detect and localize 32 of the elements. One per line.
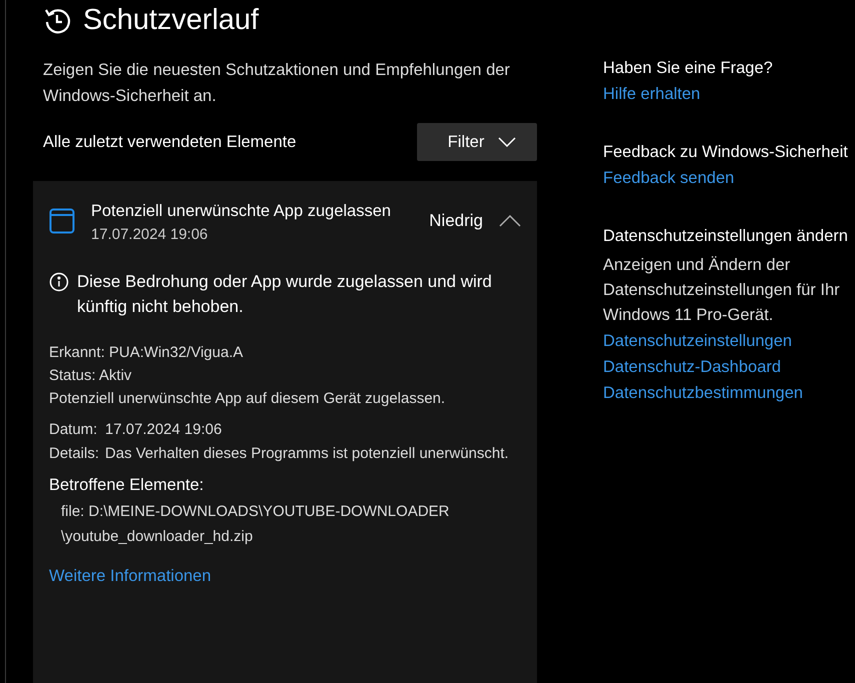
history-icon <box>43 6 71 34</box>
sidebar-link[interactable]: Datenschutzbestimmungen <box>603 384 855 403</box>
field-label: Datum: <box>49 420 98 440</box>
threat-date: 17.07.2024 19:06 <box>91 226 209 243</box>
chevron-down-icon <box>498 137 516 147</box>
list-label: Alle zuletzt verwendeten Elemente <box>43 132 296 152</box>
detail-line: Status: Aktiv <box>49 366 133 386</box>
sidebar-link[interactable]: Datenschutz-Dashboard <box>603 358 855 377</box>
section-text: Anzeigen und Ändern der Datenschutzeinstellungen für Ihr Windows 11 Pro-Gerät. <box>603 255 841 326</box>
field-value: 17.07.2024 19:06 <box>105 420 223 440</box>
notice-text: Diese Bedrohung oder App wurde zugelassen und wird künftig nicht behoben. <box>77 271 493 318</box>
file-path: file: D:\MEINE-DOWNLOADS\YOUTUBE-DOWNLOADER \youtube_downloader_hd.zip <box>61 502 450 547</box>
more-info-link[interactable]: Weitere Informationen <box>49 567 212 586</box>
section-heading: Haben Sie eine Frage? <box>603 58 774 79</box>
window-icon <box>49 208 75 234</box>
section-heading: Datenschutzeinstellungen ändern <box>603 226 849 247</box>
page-title: Schutzverlauf <box>83 4 259 37</box>
field-value: Das Verhalten dieses Programms ist potenziell unerwünscht. <box>105 444 510 464</box>
sidebar-link[interactable]: Datenschutzeinstellungen <box>603 332 855 351</box>
filter-button[interactable]: Filter <box>417 123 537 161</box>
severity-label: Niedrig <box>429 211 483 231</box>
chevron-up-icon[interactable] <box>499 215 521 227</box>
sidebar-link[interactable]: Hilfe erhalten <box>603 85 855 104</box>
field-label: Details: <box>49 444 100 464</box>
sidebar-link[interactable]: Feedback senden <box>603 169 855 188</box>
info-icon <box>49 272 69 292</box>
detail-line: Potenziell unerwünschte App auf diesem Gerät zugelassen. <box>49 389 446 409</box>
threat-title: Potenziell unerwünschte App zugelassen <box>91 201 392 222</box>
detail-line: Erkannt: PUA:Win32/Vigua.A <box>49 343 244 363</box>
section-heading: Feedback zu Windows-Sicherheit <box>603 142 849 163</box>
affected-heading: Betroffene Elemente: <box>49 476 205 495</box>
page-description: Zeigen Sie die neuesten Schutzaktionen und Empfehlungen der Windows-Sicherheit an. <box>43 60 511 107</box>
